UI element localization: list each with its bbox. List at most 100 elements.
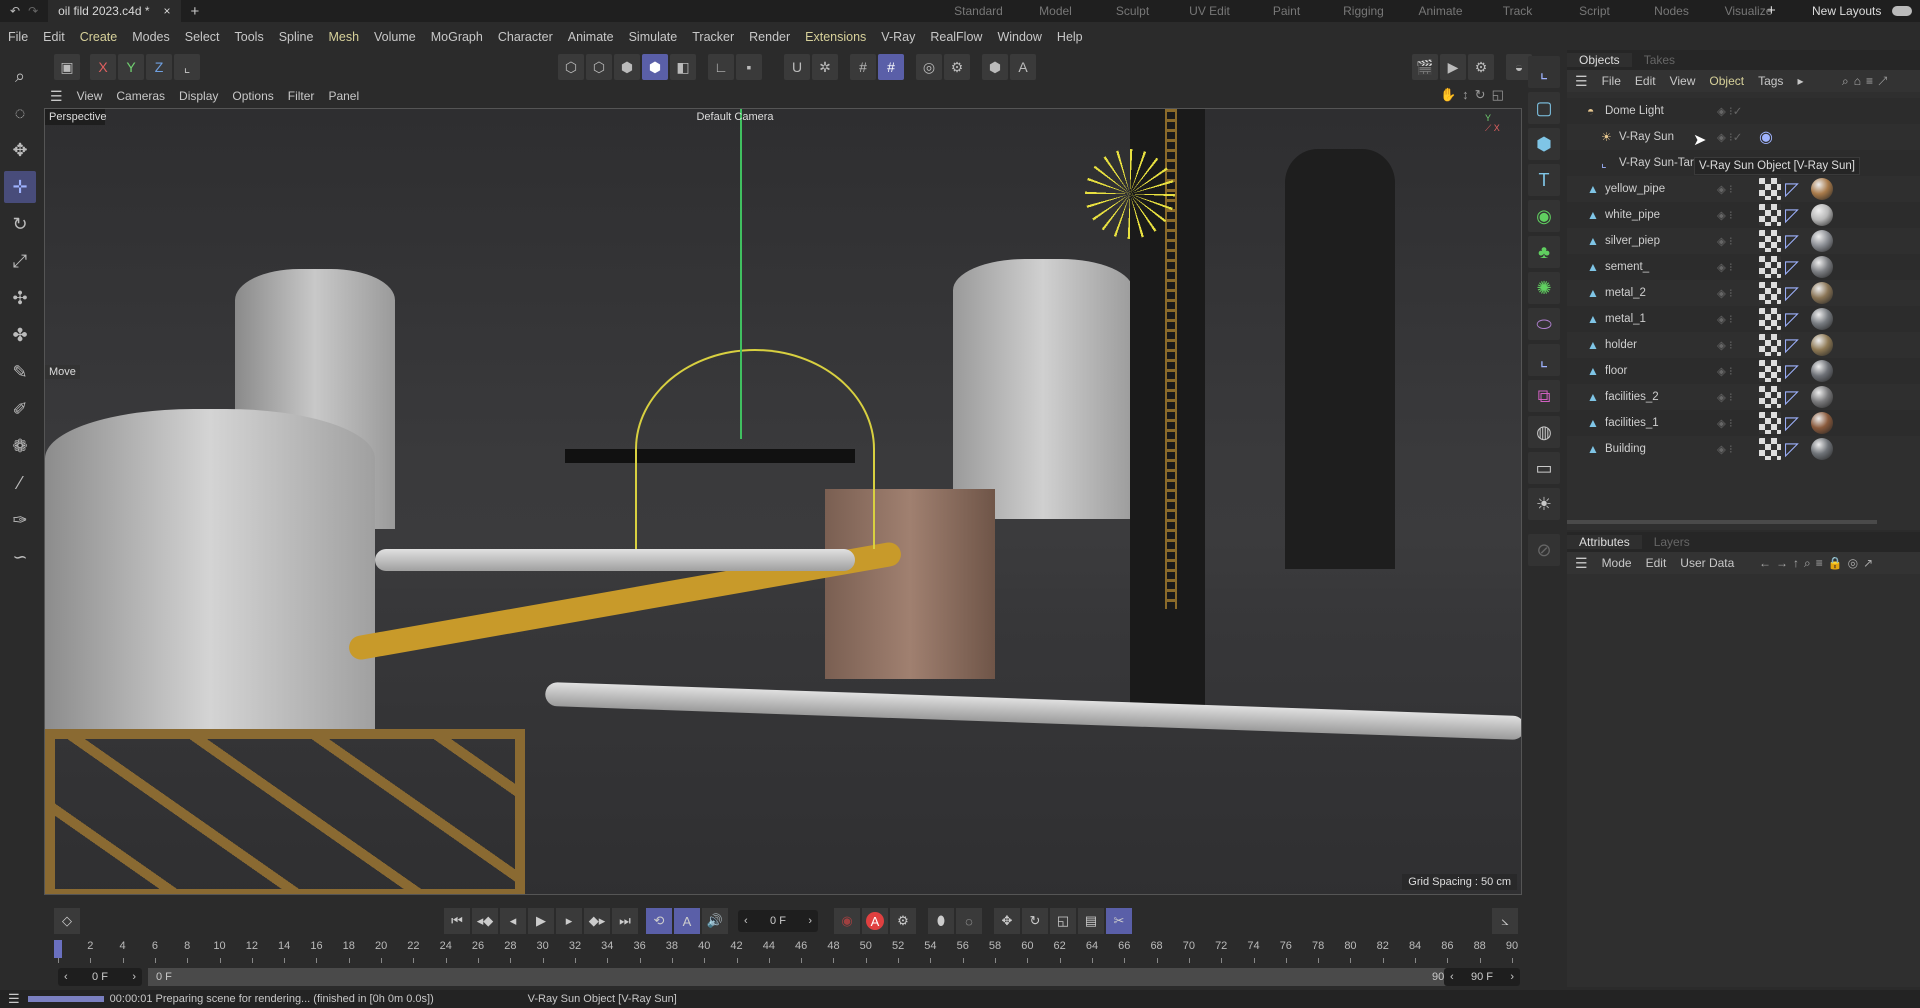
material-tag[interactable] — [1811, 178, 1833, 200]
points-mode-icon[interactable]: ⬡ — [558, 54, 584, 80]
prev-key-icon[interactable]: ◂◆ — [472, 908, 498, 934]
phong-tag-icon[interactable]: ◸ — [1785, 257, 1807, 278]
record-icon[interactable]: ◉ — [834, 908, 860, 934]
prev-frame-icon[interactable]: ◂ — [500, 908, 526, 934]
object-row[interactable]: ▲ Building ◈ ⁝ ◸ — [1567, 436, 1920, 462]
undo-history-button[interactable]: ▣ — [54, 54, 80, 80]
object-row[interactable]: ▲ metal_1 ◈ ⁝ ◸ — [1567, 306, 1920, 332]
objects-menu-object[interactable]: Object — [1709, 74, 1744, 88]
menu-mesh[interactable]: Mesh — [328, 30, 359, 44]
range-end-field[interactable]: ‹ 90 F › — [1444, 968, 1520, 986]
cloner-icon[interactable]: ♣ — [1528, 236, 1560, 268]
key-position-icon[interactable]: ✥ — [994, 908, 1020, 934]
uvw-tag-icon[interactable] — [1759, 256, 1781, 278]
rotate-tool-icon[interactable]: ↻ — [4, 208, 36, 240]
material-tag[interactable] — [1811, 256, 1833, 278]
new-tab-button[interactable]: + — [181, 3, 210, 20]
layout-tab-standard[interactable]: Standard — [940, 4, 1017, 18]
object-row[interactable]: ▲ sement_ ◈ ⁝ ◸ — [1567, 254, 1920, 280]
object-row[interactable]: ▲ white_pipe ◈ ⁝ ◸ — [1567, 202, 1920, 228]
objects-search-home-filter-icons[interactable]: ⌕⌂≡↗ — [1842, 74, 1893, 89]
scale-tool-icon[interactable]: ⤢ — [4, 245, 36, 277]
viewport-menu-cameras[interactable]: Cameras — [116, 89, 165, 103]
polygons-mode-icon[interactable]: ⬢ — [614, 54, 640, 80]
material-tag[interactable] — [1811, 334, 1833, 356]
undo-icon[interactable]: ↶ — [0, 4, 26, 18]
objects-scrollbar[interactable] — [1567, 520, 1877, 524]
select-icon[interactable]: ◌ — [4, 97, 36, 129]
disabled-tool-icon[interactable]: ⊘ — [1528, 534, 1560, 566]
menu-realflow[interactable]: RealFlow — [930, 30, 982, 44]
play-icon[interactable]: ▶ — [528, 908, 554, 934]
spline-sketch-icon[interactable]: ∽ — [4, 541, 36, 573]
visibility-toggle[interactable]: ◈ ⁝✓ — [1717, 104, 1742, 118]
sound-icon[interactable]: 🔊 — [702, 908, 728, 934]
cube-icon[interactable]: ⬢ — [1528, 128, 1560, 160]
attributes-menu-mode[interactable]: Mode — [1602, 556, 1632, 570]
playback-rate-icon[interactable]: A — [674, 908, 700, 934]
model-mode-icon[interactable]: ⬢ — [642, 54, 668, 80]
loop-icon[interactable]: ⟲ — [646, 908, 672, 934]
material-tag[interactable] — [1811, 412, 1833, 434]
render-view-icon[interactable]: 🎬 — [1412, 54, 1438, 80]
objects-menu-tags[interactable]: Tags — [1758, 74, 1783, 88]
solo-icon[interactable]: ▪ — [736, 54, 762, 80]
key-settings-icon[interactable]: ⚙ — [890, 908, 916, 934]
menu-extensions[interactable]: Extensions — [805, 30, 866, 44]
visibility-toggle[interactable]: ◈ ⁝ — [1717, 364, 1733, 378]
range-start-field[interactable]: ‹ 0 F › — [58, 968, 142, 986]
viewport-menu-view[interactable]: View — [77, 89, 103, 103]
environment-icon[interactable]: ◍ — [1528, 416, 1560, 448]
object-row[interactable]: ◓ Dome Light ◈ ⁝✓ — [1567, 98, 1920, 124]
layout-tab-script[interactable]: Script — [1556, 4, 1633, 18]
key-param-icon[interactable]: ▤ — [1078, 908, 1104, 934]
knife-icon[interactable]: ✐ — [4, 393, 36, 425]
add-layout-button[interactable]: + — [1767, 2, 1776, 19]
menu-character[interactable]: Character — [498, 30, 553, 44]
phong-tag-icon[interactable]: ◸ — [1785, 413, 1807, 434]
status-menu-icon[interactable]: ☰ — [0, 991, 28, 1007]
keyframe-icon[interactable]: ◇ — [54, 908, 80, 934]
go-to-start-icon[interactable]: ⏮ — [444, 908, 470, 934]
layout-tab-paint[interactable]: Paint — [1248, 4, 1325, 18]
phong-tag-icon[interactable]: ◸ — [1785, 309, 1807, 330]
layout-toggle[interactable] — [1892, 6, 1912, 16]
object-row[interactable]: ▲ floor ◈ ⁝ ◸ — [1567, 358, 1920, 384]
viewport-menu-icon[interactable]: ☰ — [50, 88, 63, 105]
attributes-menu-icon[interactable]: ☰ — [1575, 555, 1588, 572]
material-tag[interactable] — [1811, 308, 1833, 330]
effector-icon[interactable]: ✺ — [1528, 272, 1560, 304]
key-interpolation-icon[interactable]: ◌ — [956, 908, 982, 934]
menu-simulate[interactable]: Simulate — [629, 30, 678, 44]
object-row[interactable]: ▲ facilities_1 ◈ ⁝ ◸ — [1567, 410, 1920, 436]
material-tag[interactable] — [1811, 230, 1833, 252]
layout-tab-track[interactable]: Track — [1479, 4, 1556, 18]
visibility-toggle[interactable]: ◈ ⁝ — [1717, 442, 1733, 456]
menu-edit[interactable]: Edit — [43, 30, 65, 44]
key-rotation-icon[interactable]: ↻ — [1022, 908, 1048, 934]
menu-file[interactable]: File — [8, 30, 28, 44]
move-tool-icon[interactable]: ✛ — [4, 171, 36, 203]
3d-viewport[interactable]: Perspective Default Camera Move Y ⟋ X Gri… — [44, 108, 1522, 895]
snap-settings-icon[interactable]: ✲ — [812, 54, 838, 80]
material-tag[interactable] — [1811, 386, 1833, 408]
spline-pen-icon[interactable]: ✎ — [4, 356, 36, 388]
material-tag[interactable] — [1811, 360, 1833, 382]
attributes-menu-user-data[interactable]: User Data — [1680, 556, 1734, 570]
brush-icon[interactable]: ⁄ — [4, 467, 36, 499]
snap-transform-icon[interactable]: ✤ — [4, 319, 36, 351]
uvw-tag-icon[interactable] — [1759, 360, 1781, 382]
menu-spline[interactable]: Spline — [279, 30, 314, 44]
paint-icon[interactable]: ❁ — [4, 430, 36, 462]
vray-auto-icon[interactable]: A — [1010, 54, 1036, 80]
attributes-menu-edit[interactable]: Edit — [1646, 556, 1667, 570]
viewport-name[interactable]: Perspective — [45, 109, 106, 125]
viewport-menu-panel[interactable]: Panel — [328, 89, 359, 103]
attributes-nav-icons[interactable]: ←→↑⌕≡🔒◎↗ — [1759, 556, 1878, 571]
layout-tab-model[interactable]: Model — [1017, 4, 1094, 18]
material-tag[interactable] — [1811, 204, 1833, 226]
axis-x-button[interactable]: X — [90, 54, 116, 80]
vray-sun-tag[interactable]: ◉ — [1759, 127, 1773, 147]
field-icon[interactable]: ⌞ — [1528, 344, 1560, 376]
axis-z-button[interactable]: Z — [146, 54, 172, 80]
